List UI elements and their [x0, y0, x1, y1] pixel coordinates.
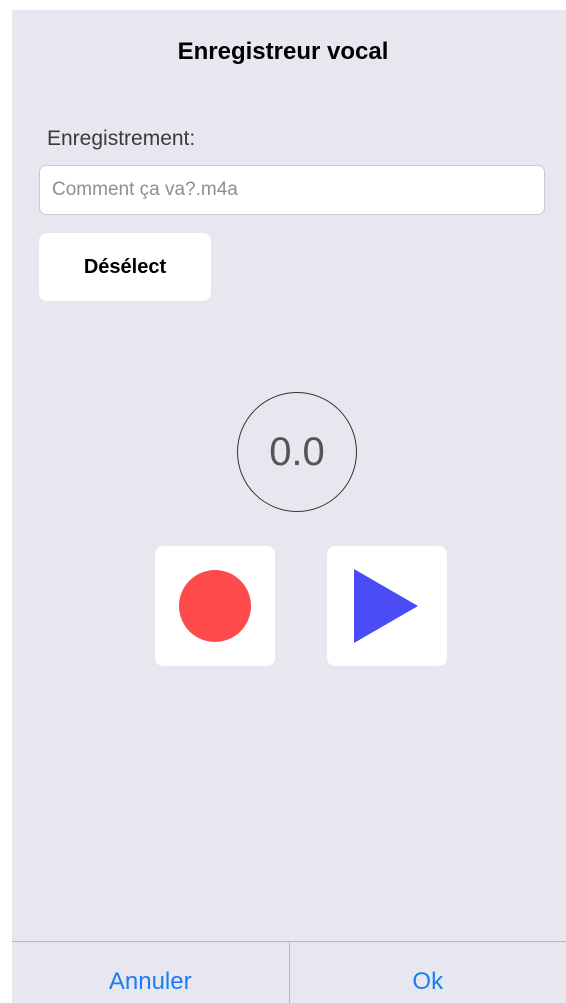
- recording-label: Enregistrement:: [47, 127, 196, 150]
- elapsed-time-display: 0.0: [237, 392, 357, 512]
- record-icon: [179, 570, 251, 642]
- voice-recorder-screen: Enregistreur vocal Enregistrement: Désél…: [12, 10, 566, 1003]
- play-button[interactable]: [327, 546, 447, 666]
- page-title: Enregistreur vocal: [177, 38, 389, 65]
- elapsed-time-value: 0.0: [269, 429, 325, 474]
- bottom-action-bar: Annuler Ok: [12, 941, 566, 1003]
- play-icon: [354, 569, 418, 643]
- recording-name-input[interactable]: [39, 165, 545, 215]
- deselect-button[interactable]: Désélect: [39, 233, 211, 301]
- record-button[interactable]: [155, 546, 275, 666]
- ok-button[interactable]: Ok: [290, 942, 566, 1003]
- cancel-button[interactable]: Annuler: [12, 942, 290, 1003]
